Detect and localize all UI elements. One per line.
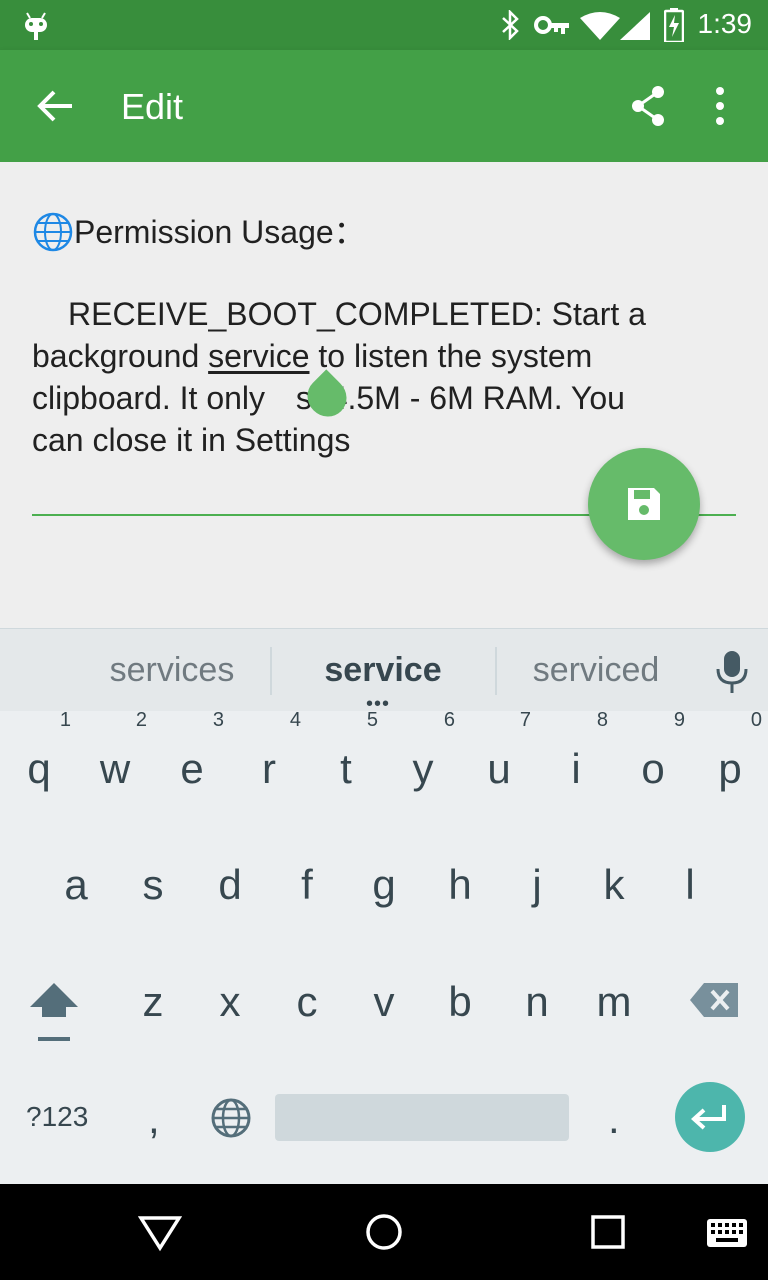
key-w[interactable]: 2w bbox=[77, 709, 153, 793]
signal-icon bbox=[620, 12, 650, 40]
key-l[interactable]: l bbox=[652, 861, 728, 909]
key-k[interactable]: k bbox=[576, 861, 652, 909]
paragraph-text-line4: can close it in Settings bbox=[32, 422, 351, 458]
enter-icon bbox=[691, 1105, 726, 1130]
arrow-back-icon bbox=[37, 90, 72, 122]
symbols-key[interactable]: ?123 bbox=[26, 1101, 88, 1133]
save-button[interactable] bbox=[588, 448, 700, 560]
keyboard-icon[interactable] bbox=[706, 1218, 748, 1248]
key-r[interactable]: 4r bbox=[231, 709, 307, 793]
share-button[interactable] bbox=[620, 78, 676, 134]
back-triangle-icon[interactable] bbox=[138, 1214, 182, 1252]
suggestion-left[interactable]: services bbox=[82, 651, 262, 690]
language-globe-icon[interactable] bbox=[210, 1097, 252, 1139]
key-n[interactable]: n bbox=[499, 978, 575, 1026]
key-u[interactable]: 7u bbox=[461, 709, 537, 793]
space-key[interactable] bbox=[275, 1094, 569, 1141]
permission-text-field[interactable]: Permission Usage： RECEIVE_BOOT_COMPLETED… bbox=[32, 204, 736, 461]
android-icon bbox=[25, 12, 47, 40]
share-icon bbox=[632, 86, 664, 126]
app-bar: Edit bbox=[0, 50, 768, 162]
wifi-icon bbox=[580, 12, 620, 40]
screen: 1:39 Edit Permission Usage： RECEIVE_BOOT… bbox=[0, 0, 768, 1280]
key-g[interactable]: g bbox=[346, 861, 422, 909]
status-time: 1:39 bbox=[697, 8, 753, 39]
underlined-word: service bbox=[208, 338, 310, 374]
key-i[interactable]: 8i bbox=[538, 709, 614, 793]
key-m[interactable]: m bbox=[576, 978, 652, 1026]
key-b[interactable]: b bbox=[422, 978, 498, 1026]
page-title: Edit bbox=[121, 86, 184, 127]
soft-keyboard: services service ••• serviced 1q 2w 3e 4… bbox=[0, 628, 768, 1184]
shift-icon[interactable] bbox=[28, 979, 80, 1043]
key-v[interactable]: v bbox=[346, 978, 422, 1026]
permission-paragraph: RECEIVE_BOOT_COMPLETED: Start a backgrou… bbox=[32, 293, 736, 461]
key-h[interactable]: h bbox=[422, 861, 498, 909]
key-e[interactable]: 3e bbox=[154, 709, 230, 793]
globe-icon bbox=[33, 212, 73, 252]
suggestion-divider bbox=[495, 647, 497, 695]
more-suggestions-icon: ••• bbox=[366, 693, 391, 715]
battery-charging-icon bbox=[664, 8, 684, 42]
enter-key[interactable] bbox=[675, 1082, 745, 1152]
permission-heading: Permission Usage： bbox=[74, 214, 366, 250]
suggestion-strip: services service ••• serviced bbox=[0, 629, 768, 715]
paragraph-text-line2: to listen the system bbox=[309, 338, 593, 374]
key-q[interactable]: 1q bbox=[1, 709, 77, 793]
key-t[interactable]: 5t bbox=[308, 709, 384, 793]
recents-square-icon[interactable] bbox=[590, 1214, 626, 1250]
key-c[interactable]: c bbox=[269, 978, 345, 1026]
suggestion-center[interactable]: service bbox=[292, 651, 474, 690]
heading-row: Permission Usage： bbox=[32, 204, 736, 260]
key-d[interactable]: d bbox=[192, 861, 268, 909]
status-bar: 1:39 bbox=[0, 0, 768, 50]
key-s[interactable]: s bbox=[115, 861, 191, 909]
key-j[interactable]: j bbox=[499, 861, 575, 909]
bluetooth-icon bbox=[502, 10, 519, 40]
home-circle-icon[interactable] bbox=[364, 1212, 404, 1252]
backspace-icon[interactable] bbox=[690, 981, 740, 1019]
microphone-icon[interactable] bbox=[712, 649, 752, 695]
period-key[interactable]: . bbox=[608, 1095, 620, 1143]
suggestion-divider bbox=[270, 647, 272, 695]
key-y[interactable]: 6y bbox=[385, 709, 461, 793]
back-button[interactable] bbox=[28, 78, 84, 134]
navigation-bar bbox=[0, 1184, 768, 1280]
comma-key[interactable]: , bbox=[148, 1095, 160, 1143]
key-p[interactable]: 0p bbox=[692, 709, 768, 793]
vpn-key-icon bbox=[534, 16, 569, 34]
suggestion-right[interactable]: serviced bbox=[506, 651, 686, 690]
save-icon bbox=[628, 488, 660, 520]
key-f[interactable]: f bbox=[269, 861, 345, 909]
more-vert-icon bbox=[716, 87, 724, 125]
paragraph-text-line3a: clipboard. It only bbox=[32, 380, 274, 416]
overflow-menu-button[interactable] bbox=[692, 78, 748, 134]
key-x[interactable]: x bbox=[192, 978, 268, 1026]
key-o[interactable]: 9o bbox=[615, 709, 691, 793]
key-a[interactable]: a bbox=[38, 861, 114, 909]
editor-area: Permission Usage： RECEIVE_BOOT_COMPLETED… bbox=[0, 162, 768, 628]
key-z[interactable]: z bbox=[115, 978, 191, 1026]
